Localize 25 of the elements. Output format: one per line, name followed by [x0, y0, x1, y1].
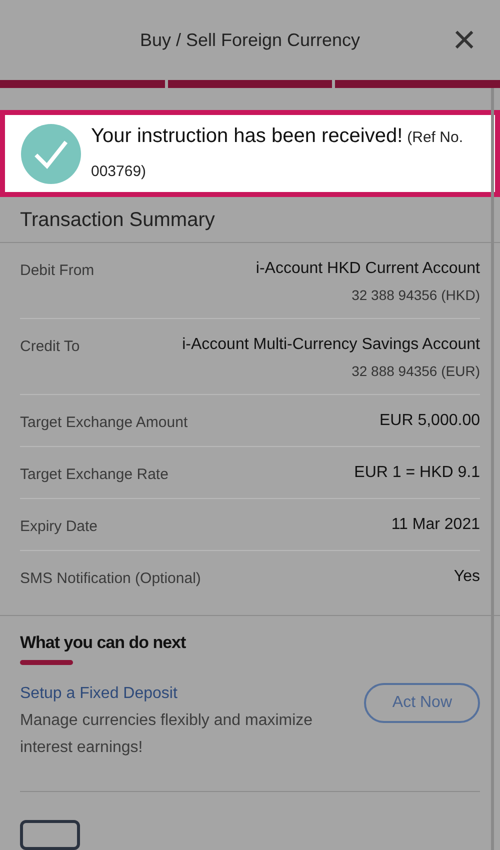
row-label: Target Exchange Amount: [20, 413, 188, 433]
close-button[interactable]: ×: [452, 20, 476, 60]
account-number: 32 388 94356 (HKD): [352, 286, 480, 305]
row-value: 11 Mar 2021: [391, 515, 480, 535]
offer-link[interactable]: Setup a Fixed Deposit: [20, 681, 350, 707]
row-value: i-Account HKD Current Account: [256, 259, 480, 279]
title-underline: [20, 660, 73, 665]
card-icon: [20, 820, 80, 850]
section-title: What you can do next: [20, 633, 186, 652]
check-icon: [21, 124, 81, 184]
page-title: Buy / Sell Foreign Currency: [140, 28, 360, 52]
row-label: Expiry Date: [20, 517, 98, 537]
row-value: EUR 5,000.00: [379, 411, 480, 431]
row-value: i-Account Multi-Currency Savings Account: [182, 335, 480, 355]
row-label: SMS Notification (Optional): [20, 569, 201, 589]
row-label: Debit From: [20, 261, 94, 281]
account-number: 32 888 94356 (EUR): [352, 362, 480, 381]
row-label: Target Exchange Rate: [20, 465, 168, 485]
act-now-button[interactable]: Act Now: [364, 683, 480, 723]
row-value: EUR 1 = HKD 9.1: [354, 463, 480, 483]
section-title: Transaction Summary: [20, 208, 215, 233]
offer-description: Manage currencies flexibly and maximize interest earnings!: [20, 711, 314, 758]
row-value: Yes: [454, 567, 480, 587]
row-label: Credit To: [20, 337, 80, 357]
confirmation-message: Your instruction has been received! (Ref No. 003769): [91, 124, 464, 182]
